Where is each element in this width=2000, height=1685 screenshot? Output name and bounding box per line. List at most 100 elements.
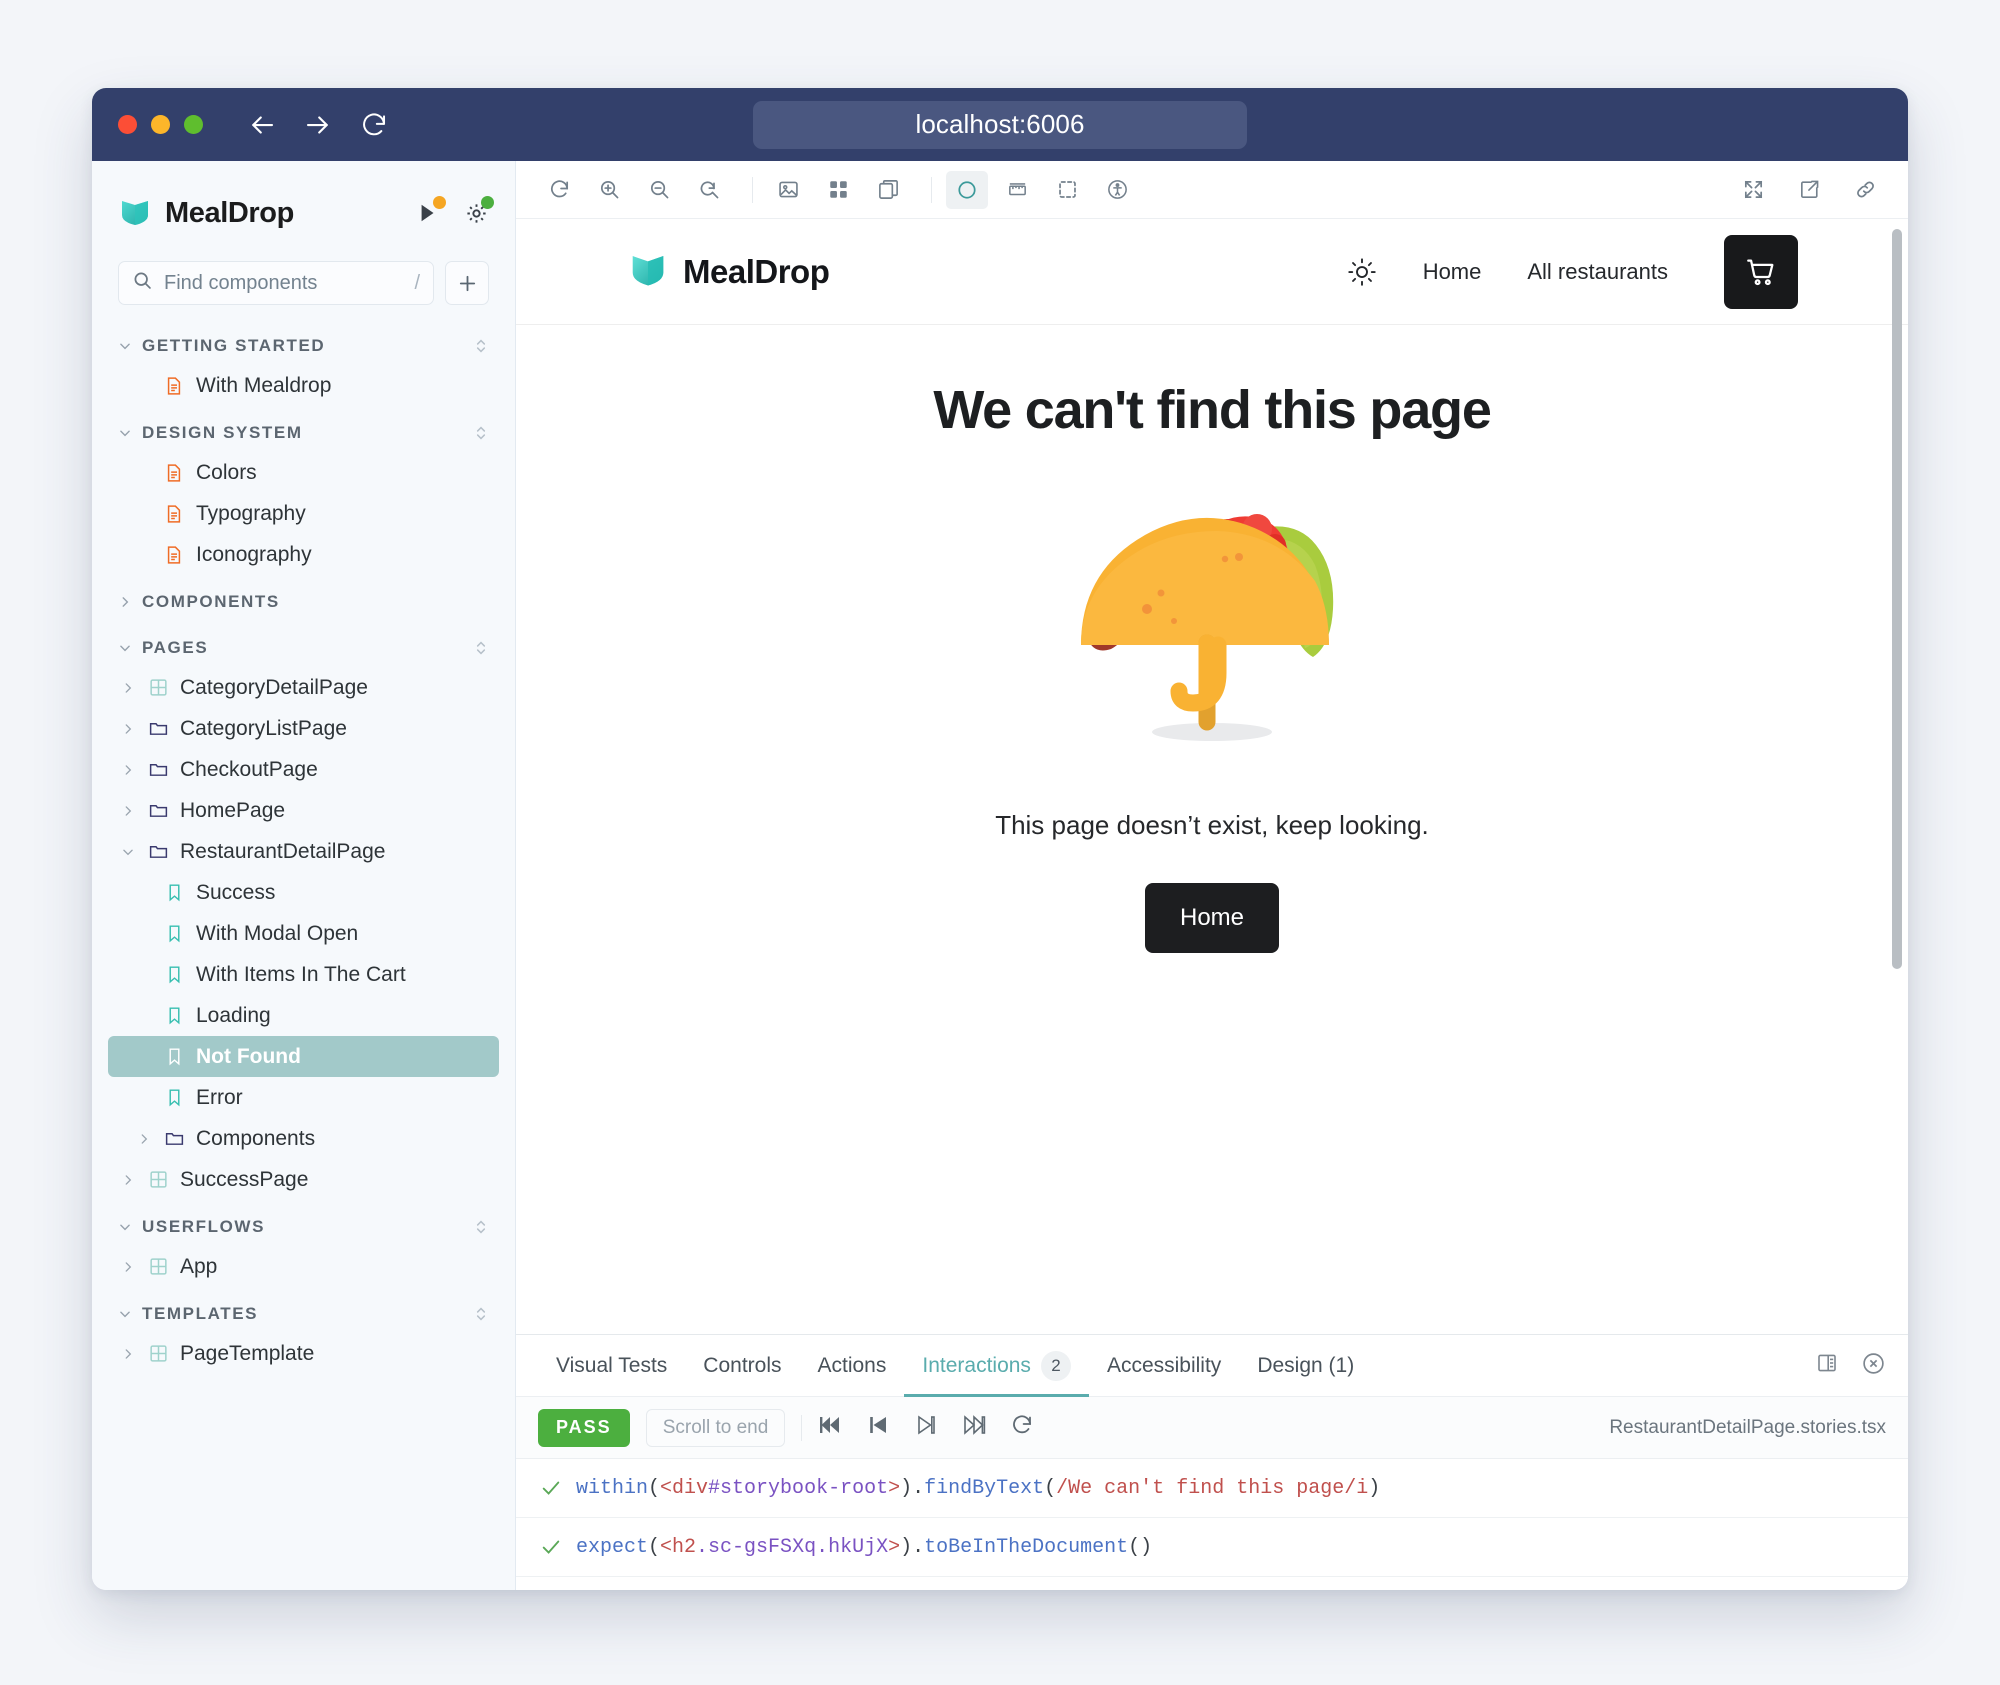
sidebar-item[interactable]: CategoryDetailPage <box>108 667 499 708</box>
preview-scrollbar[interactable] <box>1892 229 1902 969</box>
chevron-right-icon[interactable] <box>120 722 136 736</box>
sidebar-item[interactable]: PageTemplate <box>108 1333 499 1374</box>
nav-link-home[interactable]: Home <box>1423 259 1482 285</box>
page-subtitle: This page doesn’t exist, keep looking. <box>995 810 1429 840</box>
sidebar-item[interactable]: CheckoutPage <box>108 749 499 790</box>
grid-icon[interactable] <box>817 171 859 209</box>
gear-icon[interactable] <box>463 196 494 226</box>
chevron-right-icon[interactable] <box>120 681 136 695</box>
background-icon[interactable] <box>767 171 809 209</box>
back-icon[interactable] <box>247 110 277 140</box>
sidebar-item[interactable]: With Mealdrop <box>108 365 499 406</box>
interaction-step[interactable]: expect(<h2.sc-gsFSXq.hkUjX>).toBeInTheDo… <box>516 1518 1908 1577</box>
sidebar-item[interactable]: Typography <box>108 493 499 534</box>
create-new-story-button[interactable] <box>445 261 489 305</box>
chevron-right-icon[interactable] <box>120 763 136 777</box>
zoom-out-icon[interactable] <box>638 171 680 209</box>
step-back-icon[interactable] <box>866 1413 890 1442</box>
sidebar-section-userflows[interactable]: USERFLOWS <box>108 1200 499 1246</box>
copy-link-icon[interactable] <box>1844 171 1886 209</box>
measure-icon[interactable] <box>996 171 1038 209</box>
search-input[interactable]: Find components / <box>118 261 434 305</box>
accessibility-icon[interactable] <box>1096 171 1138 209</box>
chevron-down-icon[interactable] <box>118 1220 132 1234</box>
sidebar-section-templates[interactable]: TEMPLATES <box>108 1287 499 1333</box>
home-button[interactable]: Home <box>1145 883 1279 953</box>
sidebar-section-getting-started[interactable]: GETTING STARTED <box>108 319 499 365</box>
theme-circle-icon[interactable] <box>946 170 988 209</box>
sidebar-section-components[interactable]: COMPONENTS <box>108 575 499 621</box>
cart-button[interactable] <box>1724 234 1798 309</box>
chevron-right-icon[interactable] <box>118 595 132 609</box>
chevron-down-icon[interactable] <box>118 426 132 440</box>
chevron-down-icon[interactable] <box>118 1307 132 1321</box>
sun-icon[interactable] <box>1347 257 1377 287</box>
go-end-icon[interactable] <box>962 1413 986 1442</box>
sidebar-item[interactable]: CategoryListPage <box>108 708 499 749</box>
open-new-tab-icon[interactable] <box>1788 171 1830 209</box>
sidebar-item[interactable]: RestaurantDetailPage <box>108 831 499 872</box>
playback-controls <box>818 1413 1034 1442</box>
outline-icon[interactable] <box>1046 171 1088 209</box>
sidebar-item-selected[interactable]: Not Found <box>108 1036 499 1077</box>
go-start-icon[interactable] <box>818 1413 842 1442</box>
reload-icon[interactable] <box>359 110 389 140</box>
expand-collapse-all-icon[interactable] <box>473 336 489 356</box>
expand-collapse-all-icon[interactable] <box>473 1217 489 1237</box>
close-window-button[interactable] <box>118 115 137 134</box>
sidebar-item[interactable]: Colors <box>108 452 499 493</box>
tab-design-1[interactable]: Design (1) <box>1239 1335 1372 1396</box>
zoom-reset-icon[interactable] <box>688 171 730 209</box>
fullscreen-icon[interactable] <box>1732 171 1774 209</box>
chevron-right-icon[interactable] <box>120 804 136 818</box>
sidebar-item[interactable]: With Modal Open <box>108 913 499 954</box>
sidebar-brand[interactable]: MealDrop <box>118 194 415 233</box>
tab-controls[interactable]: Controls <box>685 1335 799 1396</box>
panel-layout-icon[interactable] <box>1815 1351 1839 1380</box>
chevron-right-icon[interactable] <box>136 1132 152 1146</box>
address-bar[interactable]: localhost:6006 <box>753 100 1247 149</box>
sidebar-item[interactable]: Components <box>108 1118 499 1159</box>
sidebar-section-design-system[interactable]: DESIGN SYSTEM <box>108 406 499 452</box>
sidebar-item[interactable]: Iconography <box>108 534 499 575</box>
chevron-right-icon[interactable] <box>120 1173 136 1187</box>
sidebar-item[interactable]: App <box>108 1246 499 1287</box>
scroll-to-end-button[interactable]: Scroll to end <box>645 1408 786 1447</box>
chevron-right-icon[interactable] <box>120 1260 136 1274</box>
step-forward-icon[interactable] <box>914 1413 938 1442</box>
expand-collapse-all-icon[interactable] <box>473 1304 489 1324</box>
tab-interactions[interactable]: Interactions 2 <box>904 1335 1089 1397</box>
chevron-right-icon[interactable] <box>120 1347 136 1361</box>
expand-collapse-all-icon[interactable] <box>473 638 489 658</box>
zoom-in-icon[interactable] <box>588 171 630 209</box>
rerun-icon[interactable] <box>1010 1413 1034 1442</box>
not-found-section: We can't find this page This page doesn’… <box>516 325 1908 953</box>
tab-accessibility[interactable]: Accessibility <box>1089 1335 1239 1396</box>
close-icon[interactable] <box>1861 1351 1886 1381</box>
publish-icon[interactable] <box>415 196 446 226</box>
sidebar-item[interactable]: HomePage <box>108 790 499 831</box>
minimize-window-button[interactable] <box>151 115 170 134</box>
viewport-icon[interactable] <box>867 171 909 209</box>
chevron-down-icon[interactable] <box>120 845 136 859</box>
sidebar-item-label: Colors <box>196 460 257 484</box>
component-icon <box>147 677 169 699</box>
maximize-window-button[interactable] <box>184 115 203 134</box>
app-brand[interactable]: MealDrop <box>628 249 830 294</box>
remount-icon[interactable] <box>538 171 580 209</box>
expand-collapse-all-icon[interactable] <box>473 423 489 443</box>
sidebar-item[interactable]: Success <box>108 872 499 913</box>
sidebar-item[interactable]: With Items In The Cart <box>108 954 499 995</box>
chevron-down-icon[interactable] <box>118 339 132 353</box>
sidebar-item[interactable]: SuccessPage <box>108 1159 499 1200</box>
forward-icon[interactable] <box>303 110 333 140</box>
sidebar-item[interactable]: Loading <box>108 995 499 1036</box>
tab-actions[interactable]: Actions <box>800 1335 905 1396</box>
sidebar-section-pages[interactable]: PAGES <box>108 621 499 667</box>
nav-link-all-restaurants[interactable]: All restaurants <box>1527 259 1668 285</box>
tab-visual-tests[interactable]: Visual Tests <box>538 1335 685 1396</box>
chevron-down-icon[interactable] <box>118 641 132 655</box>
sidebar-item[interactable]: Error <box>108 1077 499 1118</box>
app-header: MealDrop Home All restaurants <box>516 219 1908 325</box>
interaction-step[interactable]: within(<div#storybook-root>).findByText(… <box>516 1459 1908 1518</box>
